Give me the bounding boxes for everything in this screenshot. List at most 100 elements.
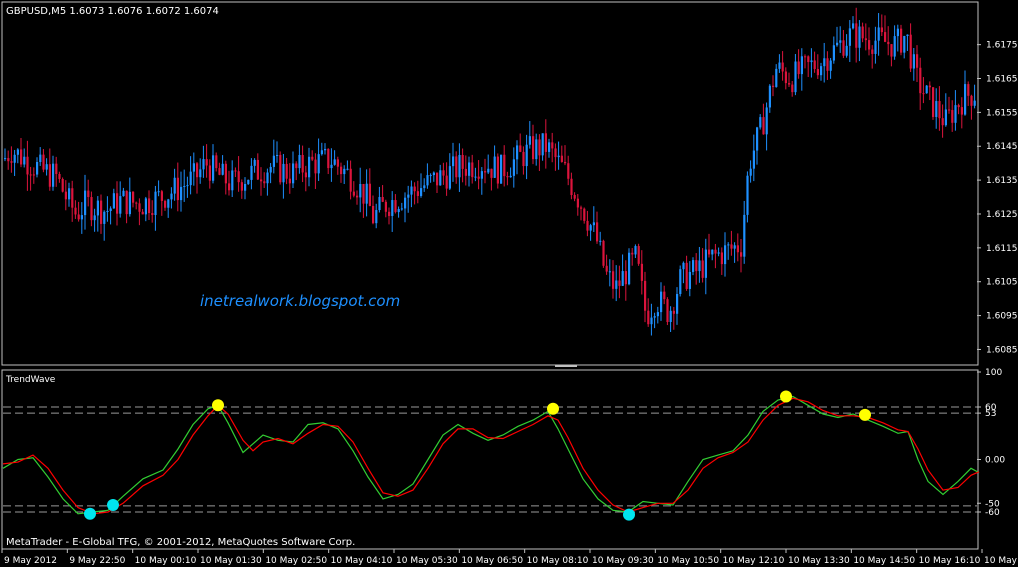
price-tick-label: 1.6125 [986, 210, 1018, 220]
candle-body [570, 178, 573, 196]
candle-body [250, 165, 253, 180]
candle-body [448, 166, 451, 189]
candle-body [263, 181, 266, 184]
candle-body [439, 170, 442, 186]
candle-body [244, 183, 247, 191]
candle-body [304, 172, 307, 178]
candle-body [724, 245, 727, 265]
sell-signal-dot [859, 408, 871, 421]
candle-body [586, 220, 589, 231]
candle-body [55, 163, 58, 174]
candle-body [471, 162, 474, 178]
candle-body [221, 163, 224, 175]
candle-body [285, 163, 288, 179]
candle-body [938, 101, 941, 119]
time-tick-label: 10 May 05:30 [396, 556, 458, 566]
candle-body [391, 200, 394, 216]
candle-body [874, 40, 877, 54]
candle-body [909, 34, 912, 69]
candle-body [330, 164, 333, 169]
candle-body [317, 154, 320, 174]
candle-body [103, 211, 106, 224]
candle-body [68, 188, 71, 200]
time-tick-label: 10 May 08:10 [527, 556, 589, 566]
candle-body [864, 38, 867, 41]
candle-body [237, 171, 240, 183]
candle-body [967, 84, 970, 96]
candle-body [637, 246, 640, 264]
candle-body [87, 190, 90, 198]
time-tick-label: 10 May 10:50 [657, 556, 719, 566]
candle-body [592, 222, 595, 226]
candle-body [810, 60, 813, 63]
candle-body [816, 69, 819, 76]
candle-body [352, 191, 355, 196]
symbol-title: GBPUSD,M5 1.6073 1.6076 1.6072 1.6074 [6, 6, 219, 17]
candle-body [240, 182, 243, 191]
time-tick-label: 10 May 12:10 [723, 556, 785, 566]
candle-body [205, 159, 208, 166]
candle-body [932, 87, 935, 117]
candle-body [404, 197, 407, 209]
candle-body [829, 60, 832, 71]
candle-body [128, 191, 131, 215]
candle-body [900, 28, 903, 53]
candle-body [740, 252, 743, 257]
candle-body [877, 27, 880, 41]
candle-body [413, 186, 416, 192]
candle-body [736, 245, 739, 253]
time-tick-label: 9 May 22:50 [69, 556, 125, 566]
candle-body [682, 262, 685, 270]
candle-body [852, 23, 855, 29]
candle-body [442, 170, 445, 176]
candle-body [970, 95, 973, 106]
candle-body [708, 249, 711, 255]
candle-body [23, 156, 26, 165]
candle-body [224, 163, 227, 184]
candle-body [333, 159, 336, 165]
candle-body [839, 40, 842, 43]
candle-body [160, 191, 163, 201]
candle-body [887, 41, 890, 45]
candle-body [71, 188, 74, 208]
candle-body [164, 200, 167, 208]
candle-body [426, 175, 429, 186]
candle-body [695, 260, 698, 272]
candle-body [436, 172, 439, 186]
candle-body [906, 34, 909, 37]
candle-body [791, 84, 794, 93]
candle-body [925, 85, 928, 94]
candle-body [848, 28, 851, 46]
sell-signal-dot [780, 390, 792, 403]
time-tick-label: 10 May 17:30 [984, 556, 1018, 566]
candle-body [535, 139, 538, 160]
candle-body [960, 107, 963, 115]
candle-body [794, 61, 797, 93]
candle-body [282, 163, 285, 183]
candle-body [855, 23, 858, 48]
candle-body [192, 163, 195, 172]
price-tick-label: 1.6165 [986, 75, 1018, 85]
candle-body [202, 159, 205, 170]
copyright-footer: MetaTrader - E-Global TFG, © 2001-2012, … [6, 537, 355, 548]
candle-body [599, 240, 602, 242]
candle-body [522, 151, 525, 167]
candle-body [916, 54, 919, 68]
candle-body [132, 191, 135, 203]
candle-body [775, 68, 778, 87]
candle-body [704, 249, 707, 278]
candle-body [519, 145, 522, 152]
candle-body [266, 172, 269, 184]
candle-body [973, 100, 976, 106]
candle-body [884, 32, 887, 42]
candle-body [77, 214, 80, 220]
candle-body [596, 222, 599, 242]
candle-body [781, 62, 784, 72]
candle-body [743, 214, 746, 257]
candle-body [752, 150, 755, 169]
candle-body [944, 109, 947, 126]
time-tick-label: 10 May 14:50 [853, 556, 915, 566]
candle-body [516, 145, 519, 160]
candle-body [631, 252, 634, 255]
time-tick-label: 10 May 00:10 [135, 556, 197, 566]
